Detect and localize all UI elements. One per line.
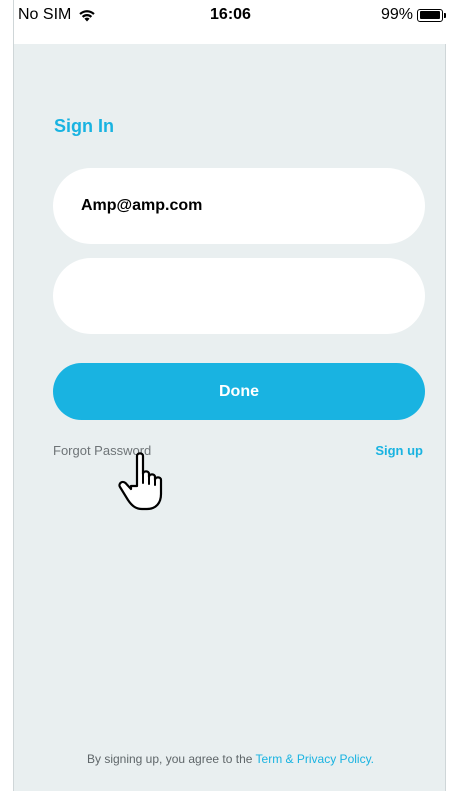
device-frame: No SIM 16:06 99% Sign In Done Forgot Pas… [0,0,459,791]
page-title: Sign In [54,116,114,136]
battery-icon [417,8,446,22]
status-right: 99% [380,6,446,24]
app-screen: No SIM 16:06 99% Sign In Done Forgot Pas… [13,0,447,791]
password-field[interactable] [53,258,425,334]
status-bar: No SIM 16:06 99% [14,0,447,44]
battery-percent: 99% [380,6,413,23]
email-field[interactable] [53,168,425,244]
done-button[interactable]: Done [53,363,425,420]
terms-footer: By signing up, you agree to the Term & P… [14,752,447,766]
battery-fill [419,11,441,19]
terms-privacy-link[interactable]: Term & Privacy Policy. [256,752,374,766]
terms-prefix: By signing up, you agree to the [86,752,256,766]
battery-tip [444,12,446,18]
sign-up-link[interactable]: Sign up [375,443,423,458]
hand-cursor-icon [118,452,163,511]
